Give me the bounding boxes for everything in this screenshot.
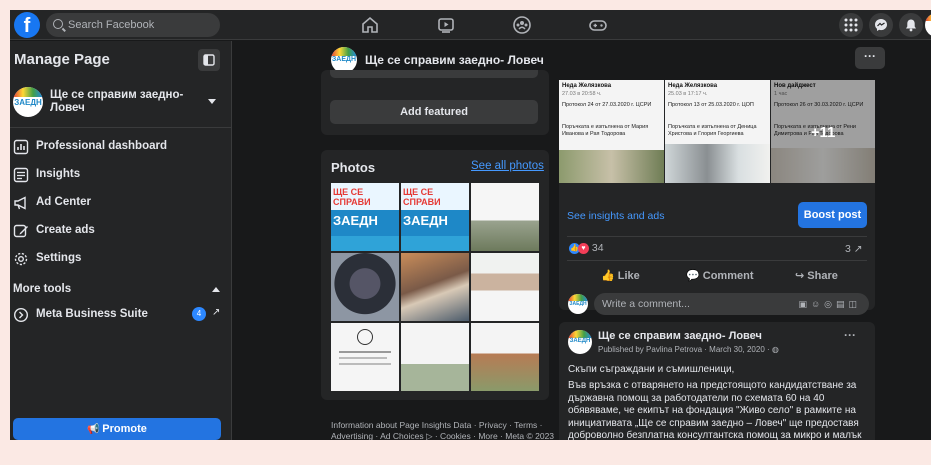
collapse-sidebar-button[interactable] <box>198 49 220 71</box>
comment-input[interactable]: Write a comment... ▣☺◎▤◫ <box>594 293 869 315</box>
commenter-avatar[interactable]: ЗАЕДН <box>568 294 588 314</box>
comment-icon: 💬 <box>686 270 700 282</box>
reaction-count: 34 <box>591 242 604 254</box>
menu-grid-icon[interactable] <box>839 13 863 37</box>
divider <box>567 236 867 237</box>
featured-card: Add featured <box>321 70 549 135</box>
reaction-summary[interactable]: 👍 ♥ 34 <box>569 242 604 254</box>
post-image[interactable]: Неда Желязкова 25.03 в 17:17 ч. Протокол… <box>665 80 770 183</box>
add-featured-button[interactable]: Add featured <box>330 100 538 124</box>
photo-thumbnail[interactable] <box>401 253 469 321</box>
post-author[interactable]: Ще се справим заедно- Ловеч <box>598 330 762 342</box>
search-placeholder: Search Facebook <box>68 19 155 31</box>
notification-badge: 4 <box>192 307 206 321</box>
comment-placeholder: Write a comment... <box>602 298 690 310</box>
meta-suite-icon <box>13 307 29 323</box>
gaming-icon[interactable] <box>588 15 608 35</box>
sidebar-item-label: Settings <box>36 252 82 264</box>
top-navigation-bar: f Search Facebook <box>10 10 931 40</box>
boost-post-button[interactable]: Boost post <box>798 202 867 228</box>
post-meta[interactable]: Published by Pavlina Petrova · March 30,… <box>598 345 779 354</box>
post-image[interactable]: Нов дайджест 1 час Протокол 26 от 30.03.… <box>771 80 875 183</box>
sidebar-item-professional-dashboard[interactable]: Professional dashboard <box>10 134 232 160</box>
see-all-photos-link[interactable]: See all photos <box>471 160 544 172</box>
share-icon: ↪ <box>795 270 805 282</box>
promote-label: Promote <box>102 423 147 435</box>
sidebar-item-meta-business-suite[interactable]: Meta Business Suite 4 ↗ <box>10 302 232 328</box>
megaphone-icon: 📢 <box>87 424 103 435</box>
groups-icon[interactable] <box>512 15 532 35</box>
photo-thumbnail[interactable] <box>331 323 399 391</box>
watch-icon[interactable] <box>436 15 456 35</box>
sidebar-item-ad-center[interactable]: Ad Center <box>10 190 232 216</box>
photo-thumbnail[interactable]: ЩЕ СЕ СПРАВИ ЗАЕДН <box>401 183 469 251</box>
profile-avatar[interactable] <box>925 13 931 37</box>
external-link-icon: ↗ <box>212 307 221 318</box>
more-photos-count[interactable]: +11 <box>771 124 875 141</box>
sidebar-item-create-ads[interactable]: Create ads <box>10 218 232 244</box>
sidebar-item-label: Insights <box>36 168 81 180</box>
post-options-button[interactable]: ··· <box>844 328 856 342</box>
see-insights-link[interactable]: See insights and ads <box>567 210 664 222</box>
sidebar-item-settings[interactable]: Settings <box>10 246 232 272</box>
post-greeting: Скъпи съграждани и съмишленици, <box>568 364 735 375</box>
more-options-button[interactable]: ··· <box>855 47 885 69</box>
page-avatar[interactable]: ЗАЕДН <box>568 330 592 354</box>
thumbs-up-icon: 👍 <box>601 270 615 282</box>
divider <box>567 260 867 261</box>
promote-button[interactable]: 📢 Promote <box>13 418 221 440</box>
chevron-up-icon[interactable] <box>212 287 220 292</box>
manage-page-sidebar: Manage Page ЗАЕДН Ще се справим заедно- … <box>10 41 232 440</box>
post-card: Неда Желязкова 27.03 в 20:58 ч. Протокол… <box>559 80 875 315</box>
notifications-icon[interactable] <box>899 13 923 37</box>
pencil-icon <box>13 224 28 238</box>
sidebar-divider <box>10 127 232 128</box>
facebook-logo[interactable]: f <box>14 12 40 38</box>
page-switcher-name[interactable]: Ще се справим заедно- Ловеч <box>50 89 200 115</box>
browser-viewport: f Search Facebook Manage Page ЗАЕДН Ще с… <box>10 10 931 440</box>
panel-icon <box>203 54 215 66</box>
footer-links[interactable]: Information about Page Insights Data · P… <box>331 420 561 440</box>
post-image[interactable]: Неда Желязкова 27.03 в 20:58 ч. Протокол… <box>559 80 664 183</box>
megaphone-icon <box>14 196 26 210</box>
featured-item-partial[interactable] <box>330 70 538 78</box>
sidebar-item-label: Ad Center <box>36 196 91 208</box>
search-icon <box>53 19 63 29</box>
comment-tools-icons[interactable]: ▣☺◎▤◫ <box>798 293 861 315</box>
photos-heading: Photos <box>331 160 376 175</box>
sidebar-title: Manage Page <box>14 51 110 68</box>
dashboard-icon <box>13 139 29 155</box>
more-tools-heading[interactable]: More tools <box>13 283 71 295</box>
photo-thumbnail[interactable] <box>471 253 539 321</box>
love-reaction-icon: ♥ <box>578 242 589 254</box>
post-body: Във връзка с отварянето на предстоящото … <box>568 380 862 440</box>
photo-thumbnail[interactable] <box>331 253 399 321</box>
sidebar-item-label: Professional dashboard <box>36 140 168 152</box>
insights-icon <box>13 167 29 183</box>
messenger-icon[interactable] <box>869 13 893 37</box>
photos-card: Photos See all photos ЩЕ СЕ СПРАВИ ЗАЕДН… <box>321 150 549 400</box>
gear-icon <box>14 252 28 266</box>
sidebar-item-insights[interactable]: Insights <box>10 162 232 188</box>
share-count[interactable]: 3 ↗ <box>845 243 863 255</box>
search-input[interactable]: Search Facebook <box>46 13 220 37</box>
post-card: ЗАЕДН Ще се справим заедно- Ловеч Publis… <box>559 322 875 440</box>
page-avatar[interactable]: ЗАЕДН <box>13 87 43 117</box>
photo-thumbnail[interactable] <box>471 323 539 391</box>
comment-button[interactable]: 💬 Comment <box>686 269 754 282</box>
chevron-down-icon[interactable] <box>208 99 216 104</box>
photo-thumbnail[interactable] <box>471 183 539 251</box>
sidebar-item-label: Meta Business Suite <box>36 308 148 320</box>
globe-icon: ◍ <box>771 345 779 354</box>
photo-thumbnail[interactable] <box>401 323 469 391</box>
page-title: Ще се справим заедно- Ловеч <box>365 53 544 67</box>
share-button[interactable]: ↪ Share <box>795 269 838 282</box>
like-button[interactable]: 👍 Like <box>601 269 640 282</box>
sidebar-item-label: Create ads <box>36 224 95 236</box>
home-icon[interactable] <box>360 15 380 35</box>
photo-thumbnail[interactable]: ЩЕ СЕ СПРАВИ ЗАЕДН <box>331 183 399 251</box>
